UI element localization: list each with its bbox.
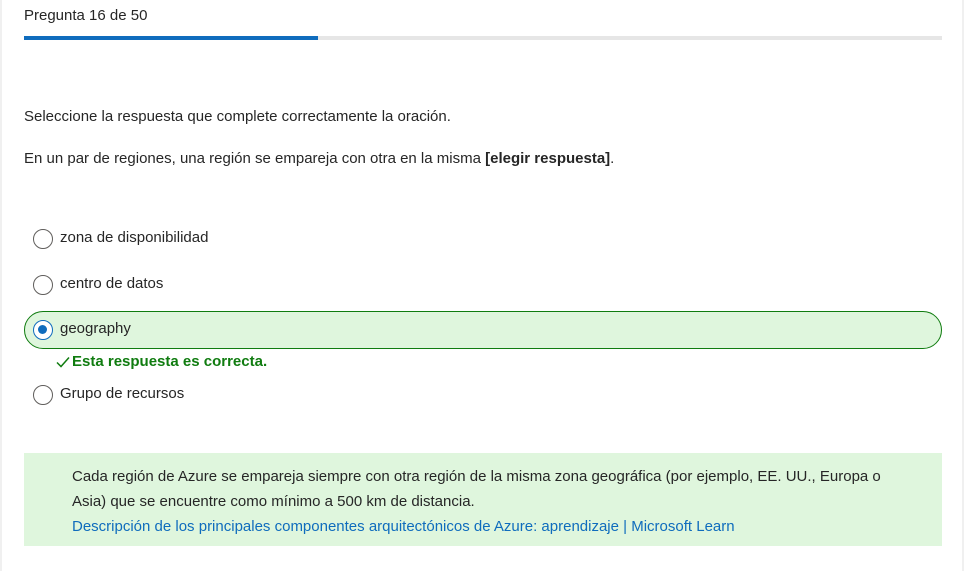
explanation-text: Cada región de Azure se empareja siempre… [72, 468, 881, 510]
option-label: centro de datos [60, 275, 164, 292]
radio-button[interactable] [33, 229, 53, 249]
progress-bar [24, 36, 942, 40]
radio-button-selected[interactable] [33, 320, 53, 340]
option-zona-de-disponibilidad[interactable]: zona de disponibilidad [24, 220, 942, 258]
question-counter: Pregunta 16 de 50 [24, 7, 148, 24]
question-text: En un par de regiones, una región se emp… [24, 150, 614, 167]
left-border [0, 0, 2, 571]
question-text-after: . [610, 150, 615, 167]
option-centro-de-datos[interactable]: centro de datos [24, 266, 942, 304]
explanation-box: Cada región de Azure se empareja siempre… [24, 453, 942, 546]
option-label: Grupo de recursos [60, 385, 185, 402]
feedback-text: Esta respuesta es correcta. [72, 353, 268, 370]
question-blank: [elegir respuesta] [485, 150, 611, 167]
option-geography[interactable]: geography [24, 311, 942, 349]
question-text-before: En un par de regiones, una región se emp… [24, 150, 486, 167]
checkmark-icon [56, 356, 70, 368]
instruction-text: Seleccione la respuesta que complete cor… [24, 108, 451, 125]
option-label: zona de disponibilidad [60, 229, 209, 246]
option-grupo-de-recursos[interactable]: Grupo de recursos [24, 376, 942, 414]
option-label: geography [60, 320, 131, 337]
learn-link[interactable]: Descripción de los principales component… [72, 518, 735, 535]
radio-button[interactable] [33, 385, 53, 405]
correct-feedback: Esta respuesta es correcta. [56, 353, 267, 370]
radio-selected-dot [38, 325, 47, 334]
progress-bar-fill [24, 36, 318, 40]
radio-button[interactable] [33, 275, 53, 295]
